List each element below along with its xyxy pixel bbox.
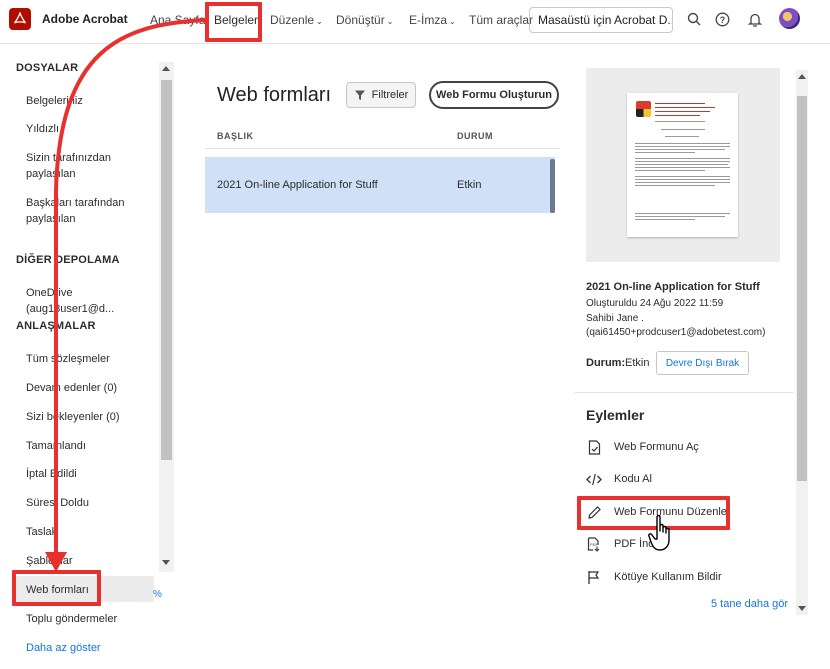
notification-bell-icon[interactable] [745, 9, 765, 29]
nav-all-tools[interactable]: Tüm araçlar [469, 13, 533, 27]
show-more-link[interactable]: 5 tane daha gör [711, 598, 788, 610]
table-row-title[interactable]: 2021 On-line Application for Stuff [217, 179, 378, 191]
nav-edit-label: Düzenle [270, 13, 315, 27]
sidebar-item-completed[interactable]: Tamamlandı [26, 438, 156, 454]
create-web-form-button[interactable]: Web Formu Oluşturun [429, 81, 559, 109]
acrobat-logo-icon[interactable] [9, 8, 31, 30]
panel-scroll-thumb[interactable] [797, 96, 807, 481]
column-header-status[interactable]: DURUM [457, 131, 493, 141]
filter-button[interactable]: Filtreler [346, 82, 416, 108]
highlight-web-forms [12, 570, 101, 606]
action-open-web-form[interactable]: Web Formunu Aç [586, 439, 699, 455]
sidebar-item-onedrive[interactable]: OneDrive (aug18user1@d... [26, 285, 156, 317]
action-label: Kötüye Kullanım Bildir [614, 571, 722, 583]
svg-text:PDF: PDF [590, 542, 599, 547]
column-header-title[interactable]: BAŞLIK [217, 131, 254, 141]
app-name: Adobe Acrobat [42, 12, 128, 26]
show-less-link[interactable]: Daha az göster [26, 640, 156, 656]
help-icon[interactable]: ? [712, 9, 732, 29]
nav-esign[interactable]: E-İmza ⌄ [409, 13, 456, 27]
sidebar-item-draft[interactable]: Taslak [26, 524, 156, 540]
chevron-down-icon: ⌄ [449, 17, 456, 26]
header-divider [205, 148, 560, 149]
owner-email: (qai61450+prodcuser1@adobetest.com) [586, 327, 766, 338]
scroll-up-icon[interactable] [162, 66, 170, 71]
sidebar-item-all-agreements[interactable]: Tüm sözleşmeler [26, 351, 156, 367]
created-date: Oluşturuldu 24 Ağu 2022 11:59 [586, 298, 724, 309]
table-row-status: Etkin [457, 179, 482, 191]
top-bar: Adobe Acrobat Ana Sayfa Belgeler Düzenle… [0, 0, 830, 44]
sidebar-item-waiting-for-you[interactable]: Sizi bekleyenler (0) [26, 409, 156, 425]
section-title-agreements: ANLAŞMALAR [16, 320, 96, 332]
sidebar-item-your-documents[interactable]: Belgeleriniz [26, 93, 156, 109]
owner-name: Sahibi Jane . [586, 313, 644, 324]
sidebar-clipped-text: % [153, 589, 162, 600]
highlight-documents-tab [205, 2, 262, 42]
nav-home[interactable]: Ana Sayfa [150, 13, 205, 27]
avatar[interactable] [779, 8, 800, 29]
open-doc-icon [586, 439, 602, 455]
hand-cursor-icon [648, 514, 670, 551]
actions-title: Eylemler [586, 407, 645, 423]
chevron-down-icon: ⌄ [316, 17, 323, 26]
status-label: Durum: [586, 357, 626, 369]
document-thumbnail [627, 93, 738, 237]
action-label: Kodu Al [614, 473, 652, 485]
section-title-files: DOSYALAR [16, 62, 79, 74]
svg-text:?: ? [719, 15, 725, 25]
chevron-down-icon: ⌄ [386, 17, 394, 26]
nav-edit[interactable]: Düzenle ⌄ [270, 13, 323, 27]
action-get-code[interactable]: Kodu Al [586, 471, 652, 487]
filter-label: Filtreler [371, 89, 409, 101]
sidebar-item-mega-sign[interactable]: Toplu göndermeler [26, 611, 156, 627]
sidebar-item-expired[interactable]: Süresi Doldu [26, 495, 156, 511]
sidebar-item-templates[interactable]: Şablonlar [26, 553, 156, 569]
status-value: Etkin [625, 357, 650, 369]
list-scroll-thumb[interactable] [550, 159, 555, 213]
flag-icon [586, 569, 602, 585]
form-title: 2021 On-line Application for Stuff [586, 281, 760, 293]
scroll-down-icon[interactable] [162, 560, 170, 565]
sidebar-item-in-progress[interactable]: Devam edenler (0) [26, 380, 156, 396]
nav-esign-label: E-İmza [409, 13, 448, 27]
panel-divider [575, 392, 793, 393]
university-seal-icon [636, 101, 651, 117]
sidebar-item-shared-by-you[interactable]: Sizin tarafınızdan paylaşılan [26, 150, 156, 182]
page-title: Web formları [217, 84, 332, 106]
action-report-abuse[interactable]: Kötüye Kullanım Bildir [586, 569, 722, 585]
sidebar-item-cancelled[interactable]: İptal Edildi [26, 466, 156, 482]
pdf-download-icon: PDF [586, 536, 602, 552]
scroll-up-icon[interactable] [798, 74, 806, 79]
desktop-acrobat-button[interactable]: Masaüstü için Acrobat D... [529, 7, 673, 33]
sidebar-scroll-thumb[interactable] [161, 80, 172, 460]
nav-convert-label: Dönüştür [336, 13, 385, 27]
sidebar-item-starred[interactable]: Yıldızlı [26, 121, 156, 137]
scroll-down-icon[interactable] [798, 606, 806, 611]
nav-convert[interactable]: Dönüştür ⌄ [336, 13, 393, 27]
action-label: Web Formunu Aç [614, 441, 699, 453]
sidebar-item-shared-by-others[interactable]: Başkaları tarafından paylaşılan [26, 195, 156, 227]
disable-button[interactable]: Devre Dışı Bırak [656, 351, 749, 375]
code-icon [586, 471, 602, 487]
search-icon[interactable] [684, 9, 704, 29]
section-title-other-storage: DİĞER DEPOLAMA [16, 254, 120, 266]
filter-icon [354, 90, 365, 100]
